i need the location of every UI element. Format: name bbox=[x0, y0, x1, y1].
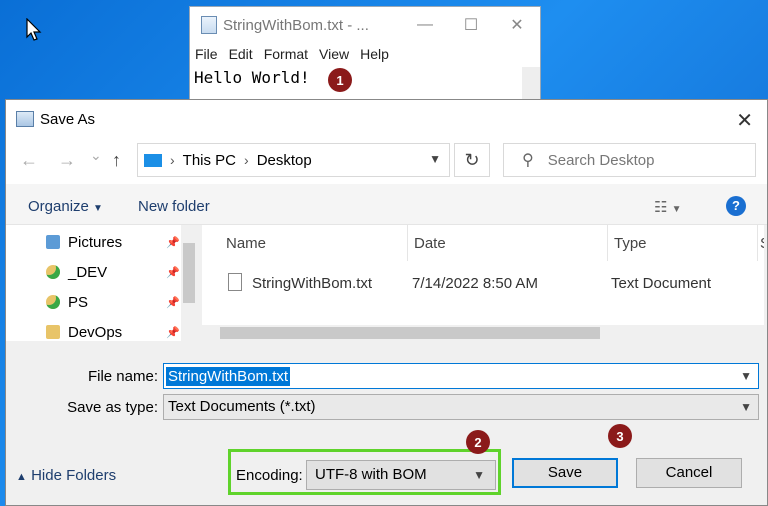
refresh-button[interactable]: ↻ bbox=[454, 143, 490, 177]
pin-icon[interactable]: 📌 bbox=[166, 296, 180, 309]
file-list: Name Date Type S StringWithBom.txt 7/14/… bbox=[202, 225, 764, 341]
close-button[interactable]: ✕ bbox=[494, 15, 540, 35]
navigation-pane-scrollbar[interactable] bbox=[181, 225, 197, 341]
organize-button[interactable]: Organize ▼ bbox=[28, 198, 103, 215]
annotation-badge: 1 bbox=[328, 68, 352, 92]
search-icon: ⚲ bbox=[522, 152, 534, 169]
pictures-folder-icon bbox=[46, 235, 60, 249]
mouse-cursor-icon bbox=[26, 18, 42, 41]
file-type: Text Document bbox=[611, 275, 712, 292]
column-header-size[interactable]: S bbox=[758, 225, 764, 261]
save-as-type-value: Text Documents (*.txt) bbox=[168, 398, 316, 415]
menu-edit[interactable]: Edit bbox=[229, 46, 253, 62]
breadcrumb-separator-icon: › bbox=[244, 152, 249, 168]
command-toolbar: Organize ▼ New folder ☷ ▼ bbox=[6, 184, 767, 225]
chevron-down-icon[interactable]: ▼ bbox=[429, 152, 441, 166]
new-folder-button[interactable]: New folder bbox=[138, 198, 210, 215]
cancel-button[interactable]: Cancel bbox=[636, 458, 742, 488]
file-name: StringWithBom.txt bbox=[252, 275, 373, 292]
chevron-up-icon: ▲ bbox=[16, 471, 27, 483]
encoding-label: Encoding: bbox=[236, 467, 303, 484]
back-arrow-icon[interactable]: ← bbox=[20, 150, 38, 171]
computer-icon bbox=[144, 153, 162, 167]
forward-arrow-icon[interactable]: → bbox=[58, 150, 76, 171]
tree-item-devops[interactable]: DevOps 📌 bbox=[46, 317, 186, 347]
view-options-icon[interactable]: ☷ ▼ bbox=[654, 198, 682, 216]
menu-view[interactable]: View bbox=[319, 46, 349, 62]
hide-folders-button[interactable]: ▲ Hide Folders bbox=[16, 467, 116, 484]
folder-icon bbox=[46, 325, 60, 339]
notepad-titlebar[interactable]: StringWithBom.txt - ... — ☐ ✕ bbox=[190, 7, 540, 43]
menu-format[interactable]: Format bbox=[264, 46, 308, 62]
tree-item-label: Pictures bbox=[68, 233, 123, 251]
organize-label: Organize bbox=[28, 198, 89, 215]
chevron-down-icon: ▼ bbox=[473, 468, 485, 482]
column-header-name[interactable]: Name bbox=[202, 225, 408, 261]
encoding-value: UTF-8 with BOM bbox=[315, 466, 427, 483]
address-bar[interactable]: › This PC › Desktop ▼ bbox=[137, 143, 450, 177]
dialog-titlebar[interactable]: Save As ✕ bbox=[6, 100, 767, 138]
annotation-badge: 3 bbox=[608, 424, 632, 448]
file-name-input[interactable]: StringWithBom.txt ▼ bbox=[163, 363, 759, 389]
save-as-dialog: Save As ✕ ← → ⌄ ↑ › This PC › Desktop ▼ … bbox=[5, 99, 768, 506]
synced-folder-icon bbox=[46, 295, 60, 309]
chevron-down-icon: ▼ bbox=[740, 400, 752, 414]
notepad-icon bbox=[201, 16, 217, 34]
table-row[interactable]: StringWithBom.txt 7/14/2022 8:50 AM Text… bbox=[202, 266, 762, 300]
pin-icon[interactable]: 📌 bbox=[166, 236, 180, 249]
notepad-title: StringWithBom.txt - ... bbox=[223, 16, 369, 34]
text-file-icon bbox=[228, 273, 242, 291]
tree-item-label: PS bbox=[68, 293, 89, 311]
scrollbar-thumb[interactable] bbox=[183, 243, 195, 303]
tree-item-pictures[interactable]: Pictures 📌 bbox=[46, 227, 186, 257]
file-name-value: StringWithBom.txt bbox=[166, 367, 291, 386]
menu-file[interactable]: File bbox=[195, 46, 218, 62]
file-date: 7/14/2022 8:50 AM bbox=[412, 275, 538, 292]
minimize-button[interactable]: — bbox=[402, 16, 448, 34]
dropdown-arrow-icon: ▼ bbox=[93, 203, 103, 214]
tree-item-ps[interactable]: PS 📌 bbox=[46, 287, 186, 317]
up-arrow-icon[interactable]: ↑ bbox=[112, 150, 121, 171]
file-list-horizontal-scrollbar[interactable] bbox=[202, 325, 764, 341]
menu-help[interactable]: Help bbox=[360, 46, 389, 62]
tree-item-label: _DEV bbox=[68, 263, 108, 281]
tree-item-dev[interactable]: _DEV 📌 bbox=[46, 257, 186, 287]
pin-icon[interactable]: 📌 bbox=[166, 326, 180, 339]
breadcrumb-this-pc[interactable]: This PC bbox=[183, 152, 236, 169]
hide-folders-label: Hide Folders bbox=[31, 467, 117, 484]
notepad-text-area[interactable]: Hello World! bbox=[194, 68, 310, 87]
save-as-icon bbox=[16, 111, 34, 127]
navigation-bar: ← → ⌄ ↑ › This PC › Desktop ▼ ↻ ⚲ Search… bbox=[6, 138, 767, 184]
column-header-date[interactable]: Date bbox=[408, 225, 608, 261]
search-placeholder: Search Desktop bbox=[547, 151, 655, 169]
navigation-pane: Pictures 📌 _DEV 📌 PS 📌 DevOps 📌 bbox=[6, 225, 197, 341]
breadcrumb-desktop[interactable]: Desktop bbox=[257, 152, 312, 169]
pin-icon[interactable]: 📌 bbox=[166, 266, 180, 279]
file-name-label: File name: bbox=[87, 368, 158, 385]
dialog-title: Save As bbox=[40, 110, 96, 128]
notepad-menubar: File Edit Format View Help bbox=[190, 43, 540, 65]
breadcrumb-separator-icon: › bbox=[170, 152, 175, 168]
encoding-select[interactable]: UTF-8 with BOM ▼ bbox=[306, 460, 496, 490]
save-button[interactable]: Save bbox=[512, 458, 618, 488]
notepad-window[interactable]: StringWithBom.txt - ... — ☐ ✕ File Edit … bbox=[189, 6, 541, 107]
help-button[interactable]: ? bbox=[726, 196, 746, 216]
column-header-type[interactable]: Type bbox=[608, 225, 758, 261]
save-as-type-select[interactable]: Text Documents (*.txt) ▼ bbox=[163, 394, 759, 420]
synced-folder-icon bbox=[46, 265, 60, 279]
maximize-button[interactable]: ☐ bbox=[448, 15, 494, 35]
annotation-badge: 2 bbox=[466, 430, 490, 454]
search-input[interactable]: ⚲ Search Desktop bbox=[503, 143, 756, 177]
scrollbar-thumb[interactable] bbox=[220, 327, 600, 339]
dialog-close-button[interactable]: ✕ bbox=[736, 108, 753, 133]
save-as-type-label: Save as type: bbox=[67, 399, 158, 416]
recent-locations-icon[interactable]: ⌄ bbox=[90, 147, 102, 164]
tree-item-label: DevOps bbox=[68, 323, 123, 341]
chevron-down-icon[interactable]: ▼ bbox=[740, 369, 752, 383]
